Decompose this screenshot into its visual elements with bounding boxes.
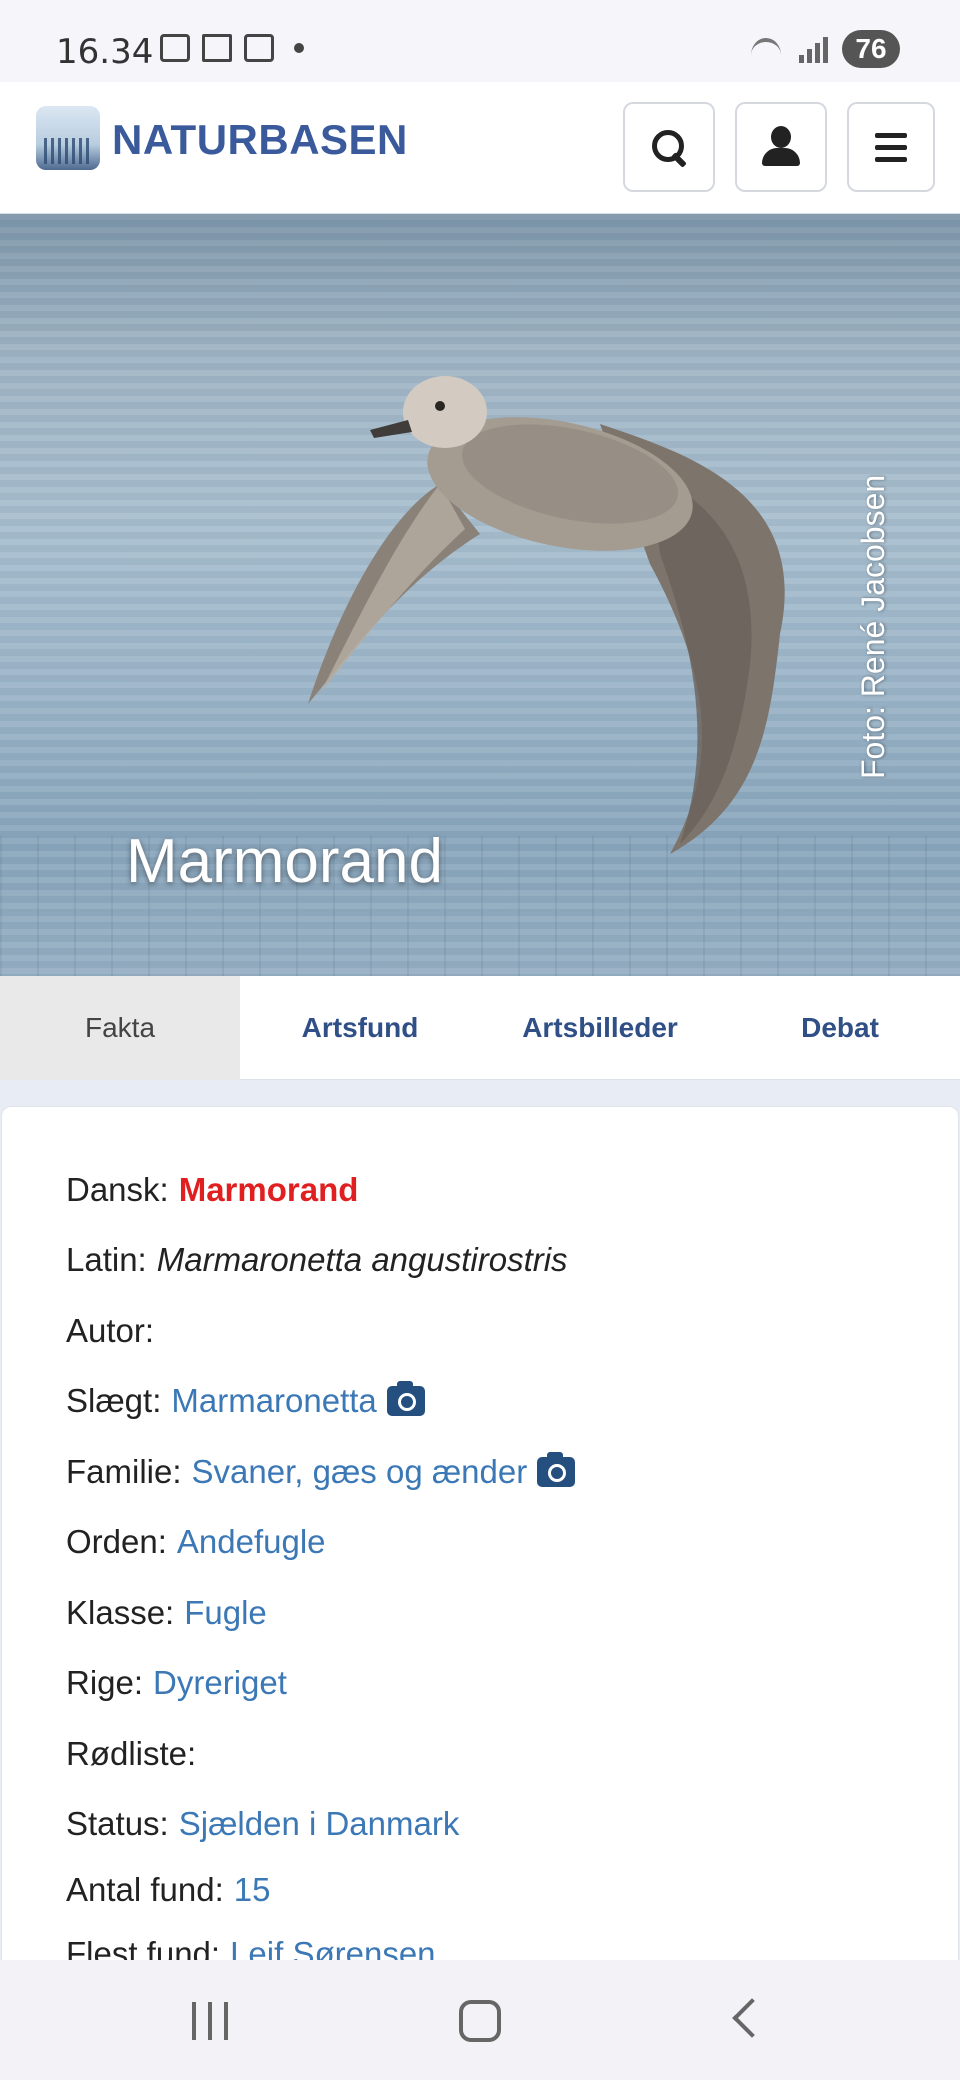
species-tabs: Fakta Artsfund Artsbilleder Debat: [0, 976, 960, 1080]
tab-debat[interactable]: Debat: [720, 976, 960, 1080]
status-bar: 16.34 76: [0, 0, 960, 82]
recent-apps-icon[interactable]: [192, 2002, 228, 2040]
species-hero-image: Foto: René Jacobsen Marmorand: [0, 214, 960, 976]
observation-count-link[interactable]: 15: [234, 1871, 271, 1909]
fact-label: Slægt:: [66, 1382, 162, 1419]
fact-label: Latin:: [66, 1241, 147, 1278]
hamburger-menu-icon: [875, 132, 907, 162]
species-title: Marmorand: [126, 827, 443, 896]
fact-latin: Latin: Marmaronetta angustirostris: [66, 1241, 568, 1279]
camera-icon[interactable]: [537, 1452, 576, 1487]
tab-artsbilleder[interactable]: Artsbilleder: [480, 976, 720, 1080]
fact-label: Klasse:: [66, 1594, 175, 1631]
battery-indicator: 76: [842, 30, 900, 68]
fact-label: Status:: [66, 1805, 169, 1842]
camera-icon[interactable]: [386, 1381, 425, 1416]
fact-roedliste: Rødliste:: [66, 1735, 206, 1773]
danish-name-value: Marmorand: [178, 1171, 359, 1208]
site-header: NATURBASEN: [0, 82, 960, 214]
notification-icons: [160, 34, 304, 62]
fact-label: Dansk:: [66, 1171, 169, 1208]
status-link[interactable]: Sjælden i Danmark: [179, 1805, 460, 1843]
user-icon: [761, 126, 801, 168]
genus-link[interactable]: Marmaronetta: [171, 1382, 376, 1420]
fact-slaegt: Slægt: Marmaronetta: [66, 1381, 425, 1420]
tab-fakta[interactable]: Fakta: [0, 976, 240, 1080]
fact-dansk: Dansk: Marmorand: [66, 1171, 358, 1209]
tab-artsfund[interactable]: Artsfund: [240, 976, 480, 1080]
screenshot-notification-icon: [244, 34, 274, 62]
fact-label: Rødliste:: [66, 1735, 197, 1772]
gmail-notification-icon: [202, 34, 232, 62]
fact-label: Familie:: [66, 1453, 182, 1490]
wifi-icon: [749, 34, 785, 64]
calendar-notification-icon: [160, 34, 190, 62]
signal-icon: [799, 35, 828, 63]
class-link[interactable]: Fugle: [184, 1594, 267, 1632]
fact-antal-fund: Antal fund: 15: [66, 1871, 271, 1909]
kingdom-link[interactable]: Dyreriget: [153, 1664, 287, 1702]
fact-label: Rige:: [66, 1664, 144, 1701]
fact-status: Status: Sjælden i Danmark: [66, 1805, 459, 1843]
fact-familie: Familie: Svaner, gæs og ænder: [66, 1452, 576, 1491]
fact-rige: Rige: Dyreriget: [66, 1664, 287, 1702]
latin-name-value: Marmaronetta angustirostris: [156, 1241, 568, 1278]
brand-name[interactable]: NATURBASEN: [112, 116, 408, 164]
fact-klasse: Klasse: Fugle: [66, 1594, 267, 1632]
search-icon: [650, 128, 688, 166]
fact-autor: Autor:: [66, 1312, 164, 1350]
search-button[interactable]: [623, 102, 715, 192]
home-icon[interactable]: [459, 2000, 501, 2042]
facts-card: Dansk: Marmorand Latin: Marmaronetta ang…: [1, 1106, 959, 2080]
naturbasen-logo-icon[interactable]: [36, 106, 100, 170]
fact-label: Orden:: [66, 1523, 167, 1560]
account-button[interactable]: [735, 102, 827, 192]
system-navigation-bar: [0, 1960, 960, 2080]
photo-credit: Foto: René Jacobsen: [855, 474, 891, 779]
family-link[interactable]: Svaner, gæs og ænder: [192, 1453, 528, 1491]
menu-button[interactable]: [847, 102, 935, 192]
more-notifications-dot-icon: [294, 43, 304, 53]
fact-label: Autor:: [66, 1312, 155, 1349]
fact-orden: Orden: Andefugle: [66, 1523, 326, 1561]
back-icon[interactable]: [732, 1998, 772, 2038]
system-icons: 76: [749, 30, 900, 68]
status-time: 16.34: [56, 32, 154, 72]
order-link[interactable]: Andefugle: [177, 1523, 326, 1561]
fact-label: Antal fund:: [66, 1871, 224, 1908]
